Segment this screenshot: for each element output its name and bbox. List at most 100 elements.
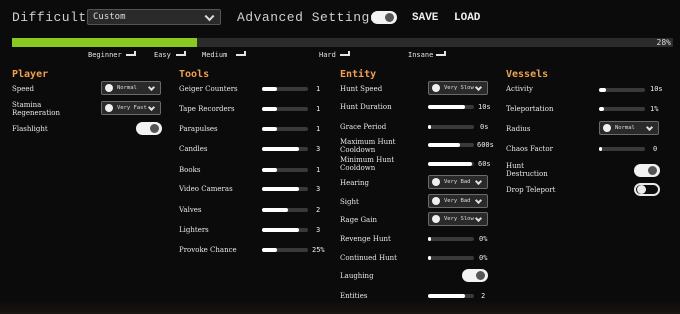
tool-label: Video Cameras [179,185,233,193]
grace-period-value: 0s [480,123,489,131]
hunt-duration-slider[interactable] [428,105,474,109]
chevron-down-icon [474,83,483,92]
tool-slider[interactable] [262,187,308,191]
stamina-value: Very Fast [117,105,147,111]
laughing-label: Laughing [340,272,374,280]
hunt-speed-label: Hunt Speed [340,85,383,93]
flashlight-toggle[interactable] [136,122,162,135]
tool-label: Tape Recorders [179,105,235,113]
tool-label: Books [179,166,201,174]
chevron-down-icon [147,103,156,112]
sight-dropdown[interactable]: Very Bad [428,194,488,208]
circle-icon [105,84,113,92]
max-cooldown-label-line2: Cooldown [340,146,376,154]
slider-fill [428,125,431,129]
tool-slider[interactable] [262,107,308,111]
slider-fill [428,237,431,241]
slider-fill [262,168,278,172]
toggle-knob [648,166,657,175]
teleportation-slider[interactable] [599,107,645,111]
slider-fill [262,107,278,111]
revenge-hunt-label: Revenge Hunt [340,235,391,243]
chaos-factor-slider[interactable] [599,147,645,151]
chaos-factor-value: 0 [653,145,658,153]
slider-fill [428,162,472,166]
chevron-down-icon [474,177,483,186]
chevron-down-icon [147,83,156,92]
tool-slider[interactable] [262,87,308,91]
tool-value: 3 [316,226,321,234]
tool-label: Parapulses [179,125,218,133]
tool-slider[interactable] [262,208,308,212]
marker-beginner: Beginner [88,51,122,59]
slider-fill [428,143,461,147]
chevron-down-icon [645,123,654,132]
continued-hunt-slider[interactable] [428,256,474,260]
min-cooldown-label-line2: Cooldown [340,164,376,172]
tool-value: 2 [316,206,321,214]
difficulty-dropdown[interactable]: Custom [87,9,221,25]
entities-slider[interactable] [428,294,474,298]
save-button[interactable]: SAVE [412,12,438,24]
drop-teleport-toggle[interactable] [634,183,660,196]
radius-label: Radius [506,125,531,133]
entity-heading: Entity [340,69,377,80]
revenge-hunt-value: 0% [479,235,488,243]
progress-percent: 28% [656,38,671,47]
entities-label: Entities [340,292,368,300]
grace-period-slider[interactable] [428,125,474,129]
slider-fill [262,127,278,131]
sight-value: Very Bad [444,198,471,204]
chevron-down-icon [204,11,215,22]
marker-medium: Medium [202,51,228,59]
laughing-toggle[interactable] [462,269,488,282]
tool-slider[interactable] [262,147,308,151]
tool-value: 1 [316,166,321,174]
slider-fill [428,105,465,109]
circle-icon [105,104,113,112]
continued-hunt-label: Continued Hunt [340,254,397,262]
radius-value: Normal [615,125,635,131]
entities-value: 2 [481,292,486,300]
max-cooldown-slider[interactable] [428,143,474,147]
advanced-settings-label: Advanced Settings [237,10,379,25]
hearing-label: Hearing [340,179,369,187]
revenge-hunt-slider[interactable] [428,237,474,241]
marker-hard: Hard [319,51,336,59]
speed-label: Speed [12,85,35,93]
slider-fill [262,228,299,232]
hunt-destruction-toggle[interactable] [634,164,660,177]
load-button[interactable]: LOAD [454,12,480,24]
tool-slider[interactable] [262,168,308,172]
tool-value: 3 [316,145,321,153]
circle-icon [432,178,440,186]
toggle-knob [476,271,485,280]
tool-label: Geiger Counters [179,85,238,93]
hunt-destruction-label-line1: Hunt [506,162,524,170]
tool-slider[interactable] [262,228,308,232]
tool-label: Lighters [179,226,209,234]
tool-value: 1 [316,105,321,113]
slider-fill [599,107,604,111]
advanced-settings-toggle[interactable] [371,11,397,24]
difficulty-progress-bar: 28% [12,38,673,47]
activity-value: 10s [650,85,663,93]
slider-fill [262,208,289,212]
hunt-speed-dropdown[interactable]: Very Slow [428,81,488,95]
rage-gain-value: Very Slow [444,216,474,222]
hunt-destruction-label-line2: Destruction [506,170,548,178]
rage-gain-dropdown[interactable]: Very Slow [428,212,488,226]
slider-fill [262,187,299,191]
difficulty-value: Custom [93,12,126,22]
tool-label: Provoke Chance [179,246,237,254]
player-speed-dropdown[interactable]: Normal [101,81,161,95]
tool-slider[interactable] [262,127,308,131]
hearing-dropdown[interactable]: Very Bad [428,175,488,189]
activity-slider[interactable] [599,88,645,92]
player-heading: Player [12,69,49,80]
tool-slider[interactable] [262,248,308,252]
stamina-dropdown[interactable]: Very Fast [101,101,161,115]
chevron-down-icon [474,214,483,223]
radius-dropdown[interactable]: Normal [599,121,659,135]
min-cooldown-slider[interactable] [428,162,474,166]
